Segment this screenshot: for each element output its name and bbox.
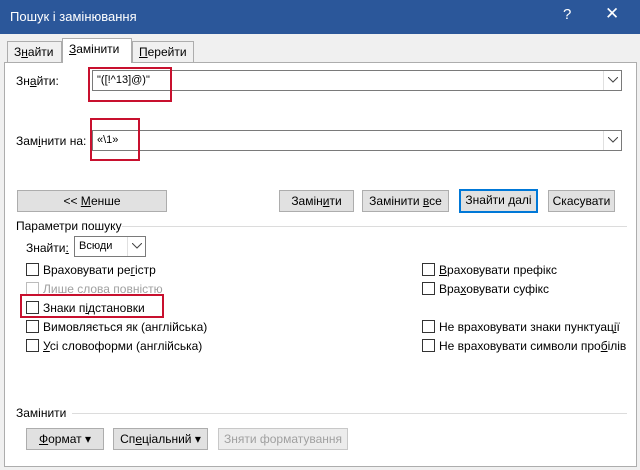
ignore-punctuation-label: Не враховувати знаки пунктуації xyxy=(439,320,620,334)
chevron-down-icon xyxy=(608,77,618,83)
all-word-forms-label: Усі словоформи (англійська) xyxy=(43,339,203,353)
match-suffix-checkbox[interactable] xyxy=(422,282,435,295)
ignore-whitespace-checkbox[interactable] xyxy=(422,339,435,352)
replace-all-button[interactable]: Замінити все xyxy=(362,190,449,212)
divider xyxy=(72,413,627,414)
sounds-like-label: Вимовляється як (англійська) xyxy=(43,320,208,334)
tab-replace[interactable]: Замінити xyxy=(62,38,132,63)
match-prefix-checkbox[interactable] xyxy=(422,263,435,276)
match-suffix-label: Враховувати суфікс xyxy=(439,282,549,296)
search-direction-value: Всюди xyxy=(79,240,113,252)
ignore-whitespace-label: Не враховувати символи пробілів xyxy=(439,339,627,353)
cancel-button[interactable]: Скасувати xyxy=(548,190,615,212)
chevron-down-icon xyxy=(132,243,142,249)
find-dropdown-button[interactable] xyxy=(603,71,621,90)
highlight-wildcards xyxy=(20,294,164,318)
close-button[interactable]: ✕ xyxy=(605,4,619,24)
match-case-checkbox[interactable] xyxy=(26,263,39,276)
title-bar: Пошук і замінювання ? ✕ xyxy=(0,0,640,34)
special-button[interactable]: Спеціальний ▾ xyxy=(113,428,208,450)
highlight-find xyxy=(88,67,172,102)
no-formatting-button[interactable]: Зняти форматування xyxy=(218,428,348,450)
format-button[interactable]: Формат ▾ xyxy=(26,428,104,450)
search-options-heading: Параметри пошуку xyxy=(16,219,122,233)
search-direction-dropdown[interactable] xyxy=(127,237,145,256)
match-case-label: Враховувати регістр xyxy=(43,263,156,277)
find-next-button[interactable]: Знайти далі xyxy=(459,189,538,213)
find-label: Знайти: xyxy=(16,74,59,88)
tab-goto[interactable]: Перейти xyxy=(132,41,194,63)
replace-dropdown-button[interactable] xyxy=(603,131,621,150)
window-title: Пошук і замінювання xyxy=(10,9,137,24)
sounds-like-checkbox[interactable] xyxy=(26,320,39,333)
replace-label: Замінити на: xyxy=(16,134,87,148)
tab-find[interactable]: Знайти xyxy=(7,41,62,63)
help-button[interactable]: ? xyxy=(563,6,571,23)
search-direction-select[interactable]: Всюди xyxy=(74,236,146,257)
divider xyxy=(122,226,627,227)
match-prefix-label: Враховувати префікс xyxy=(439,263,557,277)
all-word-forms-checkbox[interactable] xyxy=(26,339,39,352)
ignore-punctuation-checkbox[interactable] xyxy=(422,320,435,333)
search-direction-label: Знайти: xyxy=(26,241,69,255)
replace-button[interactable]: Замінити xyxy=(279,190,354,212)
replace-section-heading: Замінити xyxy=(16,406,67,420)
chevron-down-icon xyxy=(608,137,618,143)
less-button[interactable]: << Менше xyxy=(17,190,167,212)
replace-input[interactable]: «\1» xyxy=(92,130,622,151)
highlight-replace xyxy=(90,118,140,161)
